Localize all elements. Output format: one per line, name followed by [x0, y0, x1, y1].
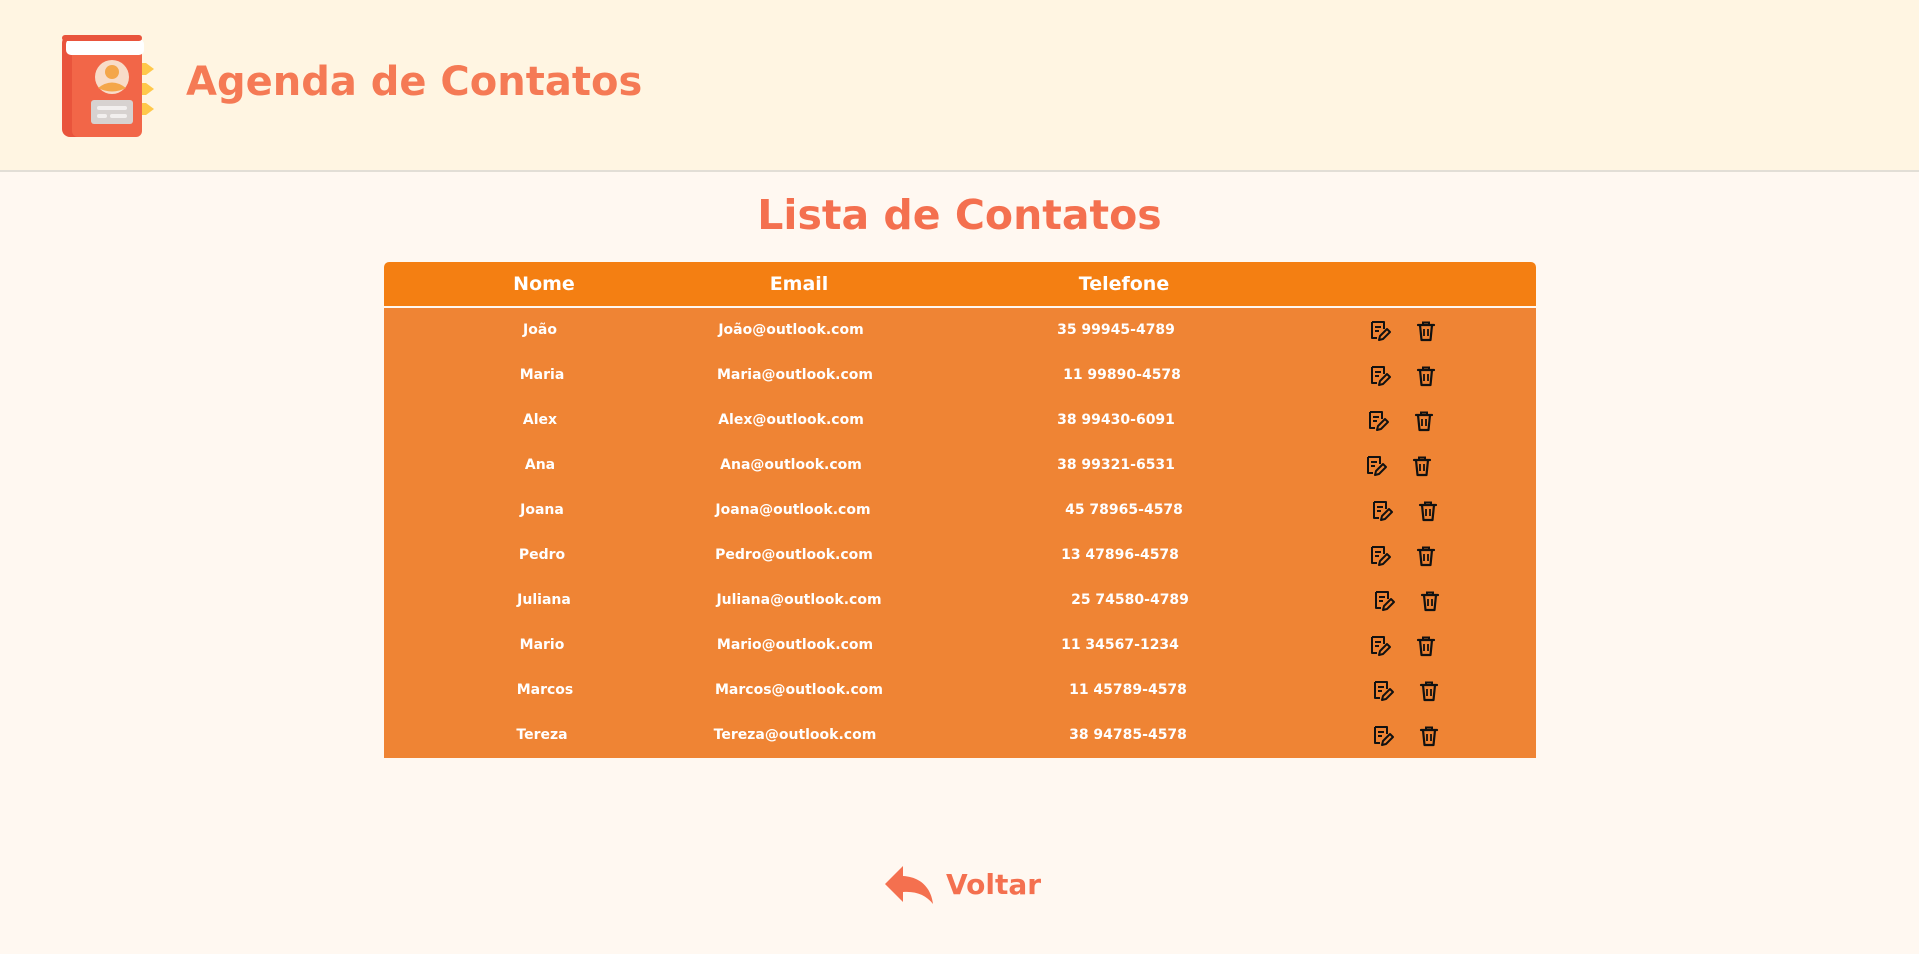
trash-icon[interactable] [1412, 409, 1436, 433]
edit-icon[interactable] [1368, 634, 1392, 658]
contact-phone: 35 99945-4789 [1057, 322, 1175, 338]
contact-phone: 11 99890-4578 [1063, 367, 1181, 383]
edit-icon[interactable] [1364, 454, 1388, 478]
trash-icon[interactable] [1416, 499, 1440, 523]
table-row: Tereza Tereza@outlook.com 38 94785-4578 [384, 713, 1536, 758]
column-header-name: Nome [513, 273, 575, 295]
table-row: Juliana Juliana@outlook.com 25 74580-4789 [384, 578, 1536, 623]
trash-icon[interactable] [1410, 454, 1434, 478]
contact-name: Mario [519, 637, 565, 653]
trash-icon[interactable] [1417, 724, 1441, 748]
table-row: Joana Joana@outlook.com 45 78965-4578 [384, 488, 1536, 533]
edit-icon[interactable] [1372, 589, 1396, 613]
contact-email: Joana@outlook.com [715, 502, 871, 518]
address-book-icon [60, 33, 156, 139]
contact-email: Alex@outlook.com [718, 412, 864, 428]
contacts-table: Nome Email Telefone João João@outlook.com… [384, 262, 1536, 758]
app-title: Agenda de Contatos [186, 59, 643, 105]
contact-email: Marcos@outlook.com [715, 682, 883, 698]
contact-phone: 13 47896-4578 [1061, 547, 1179, 563]
edit-icon[interactable] [1371, 679, 1395, 703]
contact-email: João@outlook.com [718, 322, 864, 338]
table-body: João João@outlook.com 35 99945-4789 Maria Ma… [384, 308, 1536, 758]
trash-icon[interactable] [1414, 319, 1438, 343]
table-row: Ana Ana@outlook.com 38 99321-6531 [384, 443, 1536, 488]
contact-email: Maria@outlook.com [717, 367, 873, 383]
contact-email: Juliana@outlook.com [716, 592, 882, 608]
table-row: Pedro Pedro@outlook.com 13 47896-4578 [384, 533, 1536, 578]
contact-name: Juliana [517, 592, 571, 608]
app-header: Agenda de Contatos [0, 0, 1919, 172]
edit-icon[interactable] [1368, 544, 1392, 568]
reply-arrow-icon [885, 866, 933, 904]
trash-icon[interactable] [1414, 544, 1438, 568]
trash-icon[interactable] [1414, 634, 1438, 658]
trash-icon[interactable] [1418, 589, 1442, 613]
column-header-actions [1284, 262, 1504, 306]
contact-phone: 11 45789-4578 [1069, 682, 1187, 698]
page-title: Lista de Contatos [757, 191, 1162, 239]
contact-phone: 38 99430-6091 [1057, 412, 1175, 428]
contact-phone: 38 99321-6531 [1057, 457, 1175, 473]
column-header-email: Email [769, 273, 829, 295]
contact-phone: 38 94785-4578 [1069, 727, 1187, 743]
contact-name: Tereza [516, 727, 568, 743]
table-row: Maria Maria@outlook.com 11 99890-4578 [384, 353, 1536, 398]
contact-phone: 45 78965-4578 [1065, 502, 1183, 518]
contact-name: Ana [524, 457, 556, 473]
back-label: Voltar [946, 868, 1042, 901]
back-button[interactable]: Voltar [880, 862, 1042, 912]
table-row: Mario Mario@outlook.com 11 34567-1234 [384, 623, 1536, 668]
contact-phone: 11 34567-1234 [1061, 637, 1179, 653]
contact-email: Mario@outlook.com [716, 637, 874, 653]
contact-name: Pedro [518, 547, 566, 563]
contact-email: Tereza@outlook.com [713, 727, 877, 743]
edit-icon[interactable] [1366, 409, 1390, 433]
edit-icon[interactable] [1368, 364, 1392, 388]
table-row: João João@outlook.com 35 99945-4789 [384, 308, 1536, 353]
contact-name: Maria [519, 367, 565, 383]
contact-name: Joana [520, 502, 564, 518]
contact-phone: 25 74580-4789 [1071, 592, 1189, 608]
edit-icon[interactable] [1370, 499, 1394, 523]
table-row: Alex Alex@outlook.com 38 99430-6091 [384, 398, 1536, 443]
trash-icon[interactable] [1417, 679, 1441, 703]
contact-name: João [523, 322, 557, 338]
table-header: Nome Email Telefone [384, 262, 1536, 306]
contact-email: Ana@outlook.com [720, 457, 862, 473]
contact-name: Alex [522, 412, 558, 428]
contact-name: Marcos [516, 682, 574, 698]
edit-icon[interactable] [1368, 319, 1392, 343]
trash-icon[interactable] [1414, 364, 1438, 388]
column-header-phone: Telefone [1078, 273, 1170, 295]
contact-email: Pedro@outlook.com [715, 547, 873, 563]
edit-icon[interactable] [1371, 724, 1395, 748]
table-row: Marcos Marcos@outlook.com 11 45789-4578 [384, 668, 1536, 713]
